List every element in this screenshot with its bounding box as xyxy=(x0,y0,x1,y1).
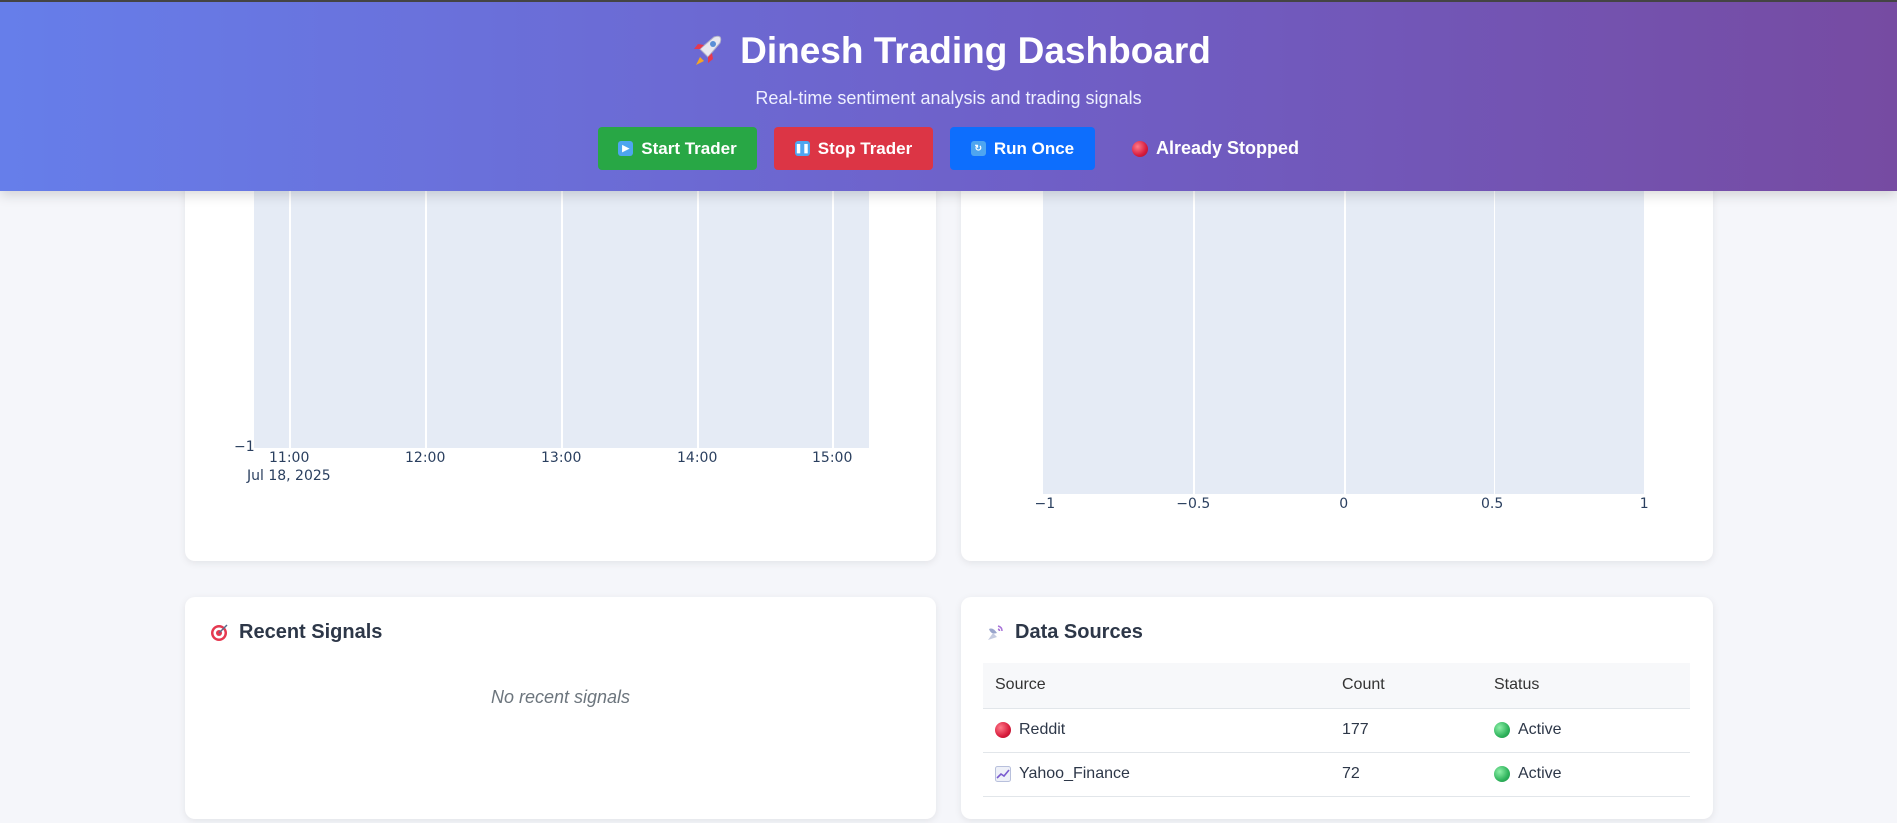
x-tick-label: 0 xyxy=(1339,496,1349,512)
status-cell: Active xyxy=(1482,752,1690,797)
table-row: Reddit 177 Active xyxy=(983,708,1690,753)
status-label: Active xyxy=(1518,721,1562,738)
x-gridline xyxy=(289,191,291,448)
x-tick-label: 11:00 xyxy=(269,450,310,466)
x-tick-label: −1 xyxy=(1034,496,1056,512)
dashboard-header: Dinesh Trading Dashboard Real-time senti… xyxy=(0,0,1897,191)
x-gridline xyxy=(425,191,427,448)
column-header-count: Count xyxy=(1330,663,1482,709)
trader-status: Already Stopped xyxy=(1131,138,1300,159)
x-date-label: Jul 18, 2025 xyxy=(247,468,331,484)
zero-line xyxy=(1343,191,1346,494)
recent-signals-card: Recent Signals No recent signals xyxy=(185,597,936,819)
x-gridline xyxy=(1493,191,1496,494)
x-gridline xyxy=(1193,191,1195,494)
rocket-icon xyxy=(694,35,722,65)
title-text: Dinesh Trading Dashboard xyxy=(740,30,1211,71)
status-label: Active xyxy=(1518,765,1562,782)
refresh-icon: ↻ xyxy=(970,141,986,156)
stop-trader-label: Stop Trader xyxy=(817,138,913,158)
recent-signals-label: Recent Signals xyxy=(239,621,383,643)
y-tick-label: −1 xyxy=(234,439,255,455)
x-tick-label: 14:00 xyxy=(677,450,718,466)
x-tick-label: 0.5 xyxy=(1481,496,1504,512)
source-name: Reddit xyxy=(1019,721,1066,738)
status-cell: Active xyxy=(1482,708,1690,753)
source-cell: Reddit xyxy=(983,708,1330,753)
trader-controls: ▶ Start Trader ❚❚ Stop Trader ↻ Run Once… xyxy=(0,127,1897,170)
x-gridline xyxy=(697,191,699,448)
column-header-source: Source xyxy=(983,663,1330,709)
satellite-dish-icon xyxy=(988,624,1003,640)
recent-signals-title: Recent Signals xyxy=(209,621,382,644)
x-tick-label: 1 xyxy=(1639,496,1649,512)
x-tick-label: 15:00 xyxy=(812,450,853,466)
source-name: Yahoo_Finance xyxy=(1019,765,1130,782)
status-text: Already Stopped xyxy=(1155,138,1300,158)
run-once-label: Run Once xyxy=(993,138,1075,158)
data-sources-table: Source Count Status Reddit 177 Active Ya… xyxy=(983,663,1690,797)
x-gridline xyxy=(561,191,563,448)
empty-signals-message: No recent signals xyxy=(490,687,631,707)
count-cell: 177 xyxy=(1330,708,1482,753)
data-sources-title: Data Sources xyxy=(985,621,1143,644)
pause-icon: ❚❚ xyxy=(795,141,810,156)
play-icon: ▶ xyxy=(618,141,634,156)
x-gridline xyxy=(832,191,834,448)
page-subtitle: Real-time sentiment analysis and trading… xyxy=(755,88,1142,108)
x-tick-label: −0.5 xyxy=(1176,496,1211,512)
chart-increasing-icon xyxy=(995,766,1011,782)
x-tick-label: 13:00 xyxy=(541,450,582,466)
table-header-row: Source Count Status xyxy=(983,663,1690,709)
column-header-status: Status xyxy=(1482,663,1690,709)
run-once-button[interactable]: ↻ Run Once xyxy=(949,127,1095,170)
start-trader-label: Start Trader xyxy=(641,138,737,158)
data-sources-label: Data Sources xyxy=(1015,621,1143,643)
table-row: Yahoo_Finance 72 Active xyxy=(983,752,1690,797)
page-title: Dinesh Trading Dashboard xyxy=(0,30,1897,72)
red-circle-icon xyxy=(1131,140,1148,157)
green-circle-icon xyxy=(1494,722,1510,738)
green-circle-icon xyxy=(1494,766,1510,782)
target-icon xyxy=(211,623,228,641)
data-sources-card: Data Sources Source Count Status Reddit … xyxy=(961,597,1713,819)
stop-trader-button[interactable]: ❚❚ Stop Trader xyxy=(773,127,933,170)
start-trader-button[interactable]: ▶ Start Trader xyxy=(597,127,757,170)
count-cell: 72 xyxy=(1330,752,1482,797)
x-tick-label: 12:00 xyxy=(405,450,446,466)
reddit-icon xyxy=(995,722,1011,738)
source-cell: Yahoo_Finance xyxy=(983,752,1330,797)
